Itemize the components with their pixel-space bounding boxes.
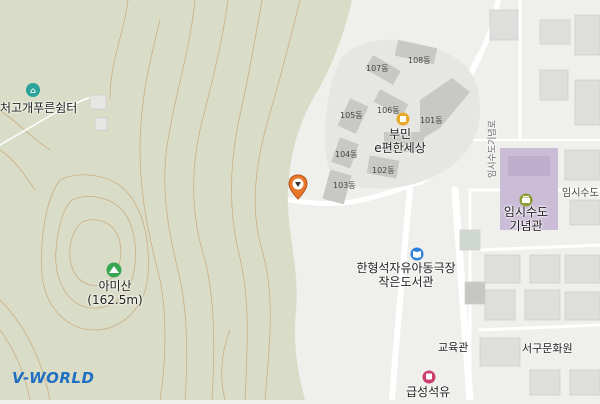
apartment-name-1: 부민	[388, 127, 412, 141]
road-label-vertical: 임시수도기념로	[488, 120, 498, 178]
apartment-label[interactable]: 부민 e편한세상	[368, 127, 432, 156]
gas-station-label[interactable]: 급성석유	[406, 385, 450, 400]
logo-suffix: -WORLD	[23, 369, 95, 387]
mountain-elevation: (162.5m)	[87, 292, 143, 307]
mountain-label[interactable]: 아미산 (162.5m)	[80, 279, 150, 308]
building-label: 104동	[335, 150, 358, 159]
church-label[interactable]: 교육관	[438, 341, 468, 355]
building-label: 105동	[340, 111, 363, 120]
building-label: 101동	[420, 116, 443, 125]
building-label: 107동	[366, 64, 389, 73]
memorial-name-1: 임시수도	[503, 205, 549, 219]
building-label: 103동	[333, 181, 356, 190]
location-marker-icon[interactable]	[288, 174, 308, 204]
shelter-label[interactable]: 처고개푸른쉼터	[0, 101, 77, 116]
library-name-2: 작은도서관	[378, 274, 434, 289]
memorial-name-2: 기념관	[509, 218, 543, 233]
memorial-label[interactable]: 임시수도 기념관	[496, 205, 556, 234]
culture-center-label[interactable]: 서구문화원	[522, 342, 573, 356]
building-label: 102동	[372, 166, 395, 175]
mountain-name: 아미산	[98, 279, 132, 293]
library-label[interactable]: 한형석자유아동극장 작은도서관	[336, 261, 476, 290]
apartment-name-2: e편한세상	[374, 140, 426, 155]
map-canvas[interactable]: 108동 107동 106동 105동 104동 103동 102동 101동 …	[0, 0, 600, 404]
road-label-horizontal: 임시수도	[562, 188, 599, 199]
shelter-icon[interactable]: ⌂	[26, 83, 40, 97]
logo-prefix: V	[12, 369, 24, 387]
vworld-logo: V-WORLD	[12, 369, 94, 387]
building-label: 108동	[408, 56, 431, 65]
library-name-1: 한형석자유아동극장	[356, 261, 456, 275]
